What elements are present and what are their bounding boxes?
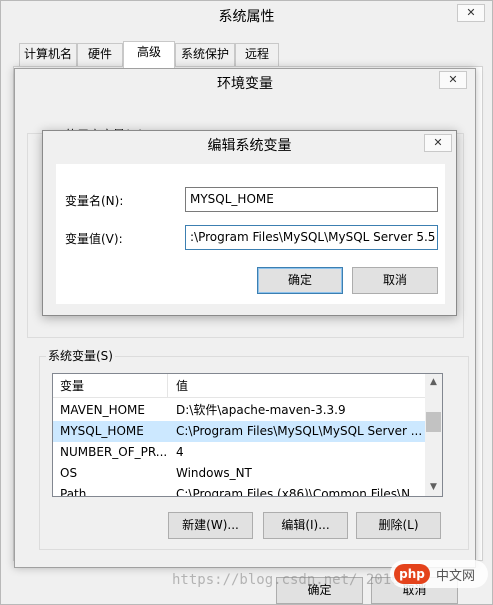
watermark-text: https://blog.csdn.net/ 2016 [172,572,400,588]
close-icon[interactable]: ✕ [424,134,452,152]
tab-remote[interactable]: 远程 [235,43,279,66]
variable-value: C:\Program Files\MySQL\MySQL Server ... [176,424,423,438]
vertical-scrollbar[interactable]: ▲ ▼ [425,374,442,496]
variable-name: NUMBER_OF_PR... [60,445,168,459]
table-row[interactable]: NUMBER_OF_PR... 4 [53,442,426,463]
php-logo-icon: php [394,564,430,584]
variable-value-field[interactable]: :\Program Files\MySQL\MySQL Server 5.5 [185,225,438,250]
variable-value: C:\Program Files (x86)\Common Files\N... [176,487,422,497]
table-row[interactable]: Path C:\Program Files (x86)\Common Files… [53,484,426,497]
ok-button[interactable]: 确定 [257,267,343,294]
variable-name-label: 变量名(N): [65,194,124,208]
edit-variable-button[interactable]: 编辑(I)... [263,512,348,539]
column-header-variable[interactable]: 变量 [53,374,168,398]
close-icon[interactable]: ✕ [457,4,485,22]
dialog-body: 变量名(N): MYSQL_HOME 变量值(V): :\Program Fil… [56,164,445,304]
variable-value: 4 [176,445,184,459]
variable-name-field[interactable]: MYSQL_HOME [185,187,438,212]
dialog-title: 环境变量 [217,76,273,92]
column-header-value[interactable]: 值 [169,374,426,398]
tab-hardware[interactable]: 硬件 [77,43,123,66]
delete-variable-button[interactable]: 删除(L) [356,512,441,539]
cancel-button[interactable]: 取消 [352,267,438,294]
window-title: 系统属性 [1,1,492,35]
edit-system-variable-dialog: 编辑系统变量 ✕ 变量名(N): MYSQL_HOME 变量值(V): :\Pr… [42,130,457,316]
new-variable-button[interactable]: 新建(W)... [168,512,253,539]
php-logo-text: 中文网 [436,569,476,584]
tab-system-protection[interactable]: 系统保护 [175,43,235,66]
variable-name: MAVEN_HOME [60,403,145,417]
scroll-up-icon[interactable]: ▲ [425,374,442,391]
tab-computer-name[interactable]: 计算机名 [19,43,77,66]
table-row[interactable]: MYSQL_HOME C:\Program Files\MySQL\MySQL … [53,421,426,442]
list-header: 变量 值 [53,374,426,398]
scroll-down-icon[interactable]: ▼ [425,479,442,496]
variable-value: Windows_NT [176,466,252,480]
system-variables-label: 系统变量(S) [46,347,115,364]
scroll-thumb[interactable] [426,412,441,432]
tab-advanced[interactable]: 高级 [123,41,175,68]
variable-name: Path [60,487,87,497]
table-row[interactable]: OS Windows_NT [53,463,426,484]
variable-name: MYSQL_HOME [60,424,144,438]
variable-name: OS [60,466,78,480]
table-row[interactable]: MAVEN_HOME D:\软件\apache-maven-3.3.9 [53,400,426,421]
php-logo: php 中文网 [390,560,488,588]
system-variables-list[interactable]: 变量 值 MAVEN_HOME D:\软件\apache-maven-3.3.9… [52,373,443,497]
dialog-title: 编辑系统变量 [207,138,292,154]
variable-value: D:\软件\apache-maven-3.3.9 [176,403,346,417]
variable-value-label: 变量值(V): [65,232,123,246]
close-icon[interactable]: ✕ [439,71,467,89]
